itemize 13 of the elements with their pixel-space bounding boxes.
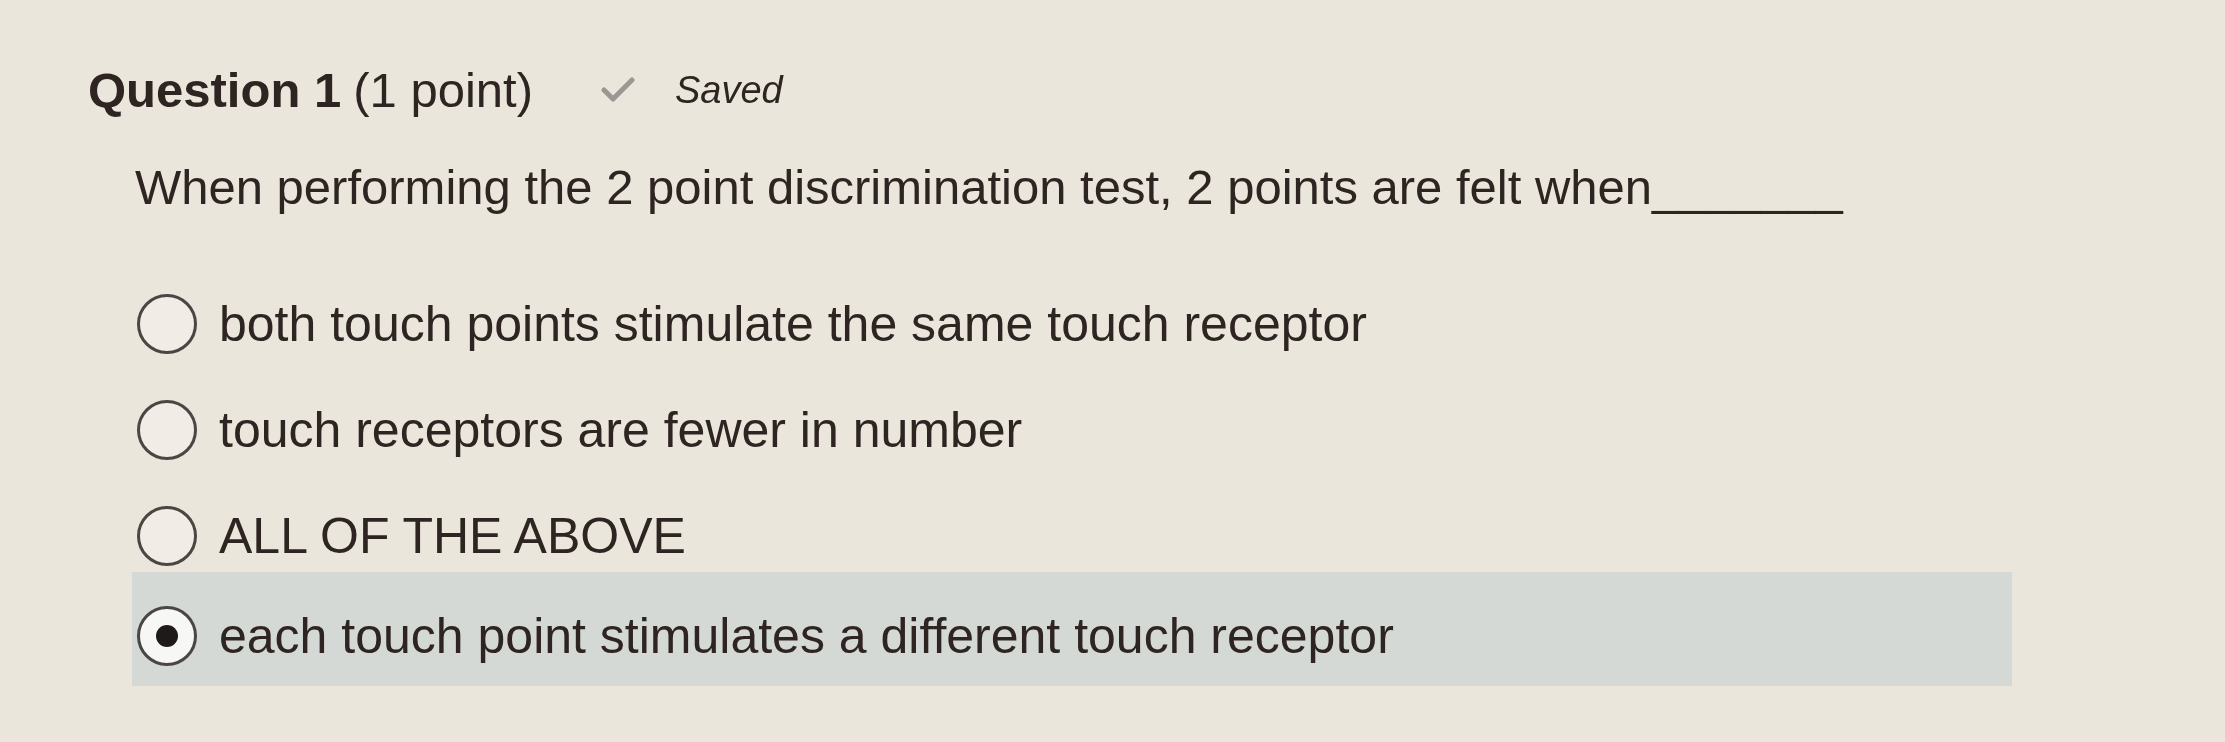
answer-option[interactable]: ALL OF THE ABOVE	[132, 501, 706, 571]
question-text: When performing the 2 point discrimination test, 2 points are felt when_______	[135, 159, 1845, 215]
radio-button-icon[interactable]	[137, 606, 197, 666]
answer-option[interactable]: each touch point stimulates a different touch receptor	[132, 572, 2012, 686]
checkmark-icon	[601, 77, 635, 103]
answer-option[interactable]: both touch points stimulate the same touch receptor	[132, 289, 1387, 359]
radio-button-icon[interactable]	[137, 400, 197, 460]
radio-button-icon[interactable]	[137, 294, 197, 354]
question-title: Question 1	[88, 62, 342, 118]
answer-option[interactable]: touch receptors are fewer in number	[132, 395, 1043, 465]
saved-status: Saved	[675, 68, 783, 112]
radio-button-icon[interactable]	[137, 506, 197, 566]
points-label: (1 point)	[353, 62, 533, 118]
